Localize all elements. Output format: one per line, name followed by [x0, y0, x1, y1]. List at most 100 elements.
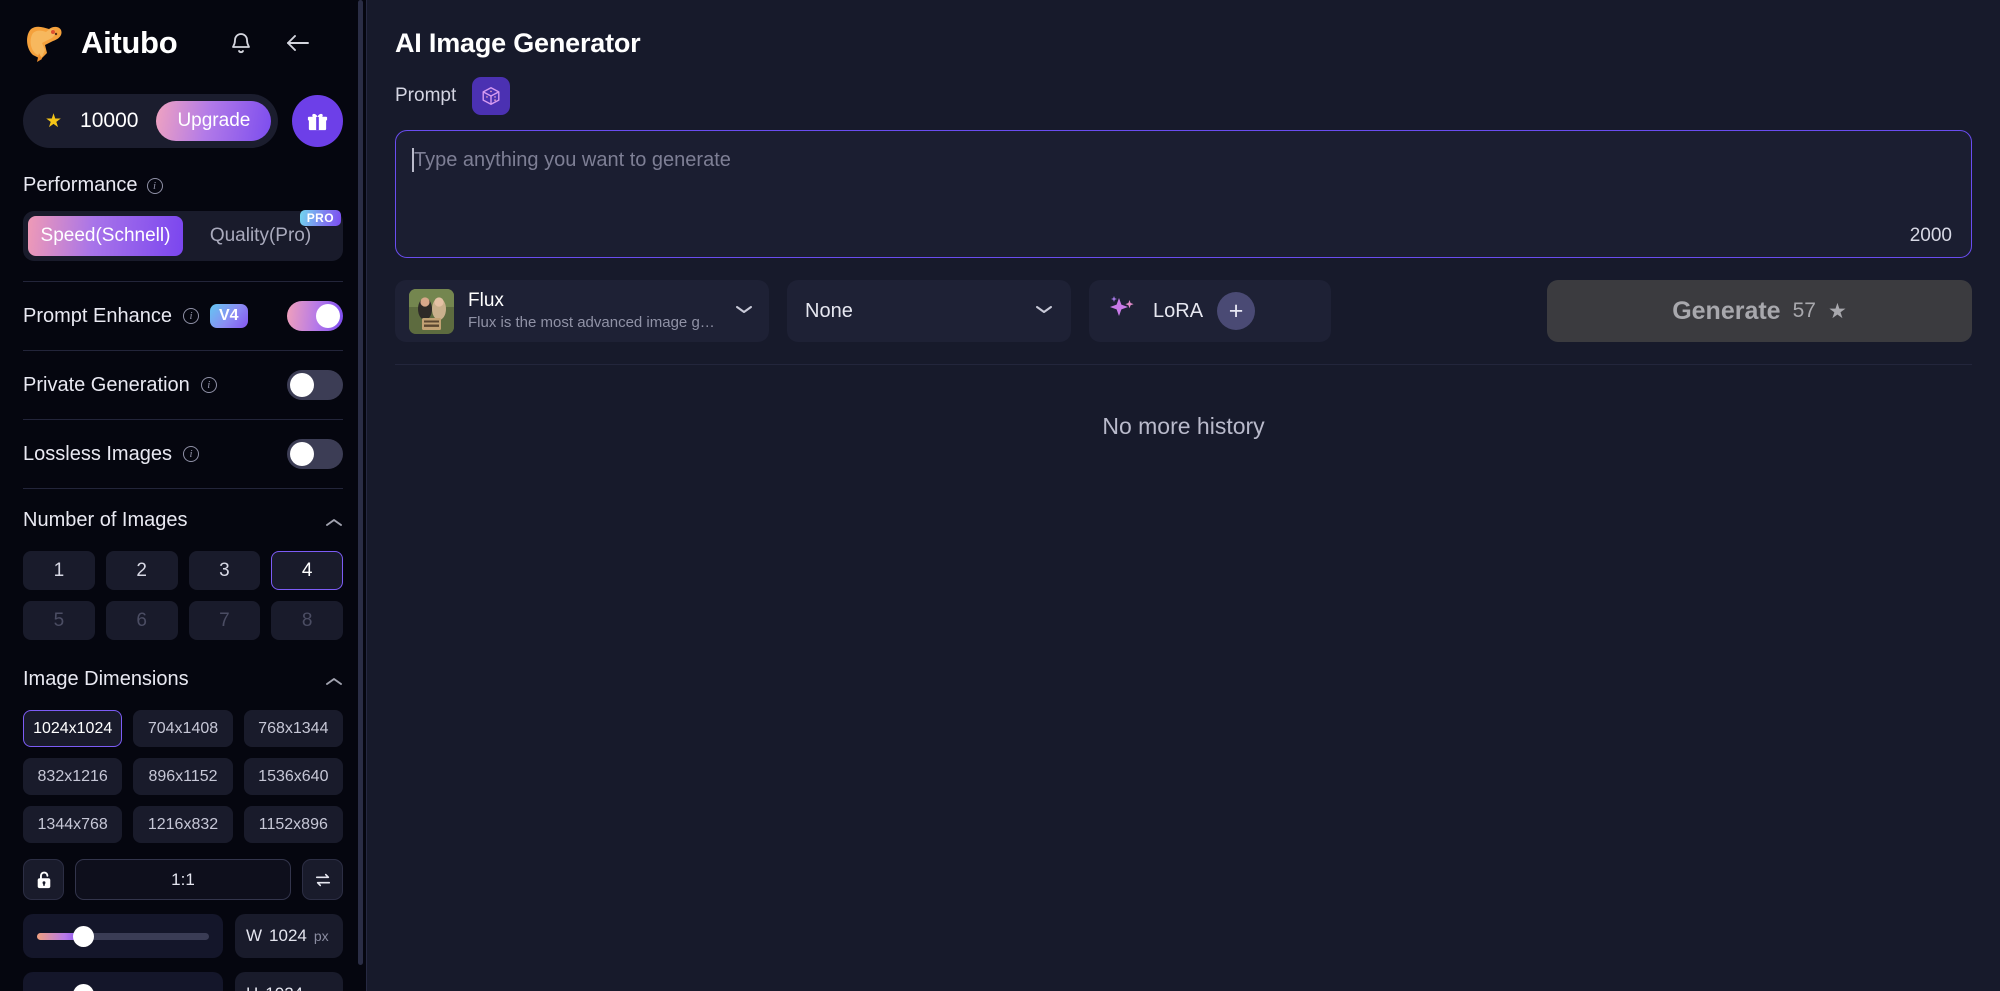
sparkles-icon — [1105, 292, 1139, 331]
num-images-2[interactable]: 2 — [105, 551, 178, 590]
slider-thumb[interactable] — [73, 925, 95, 947]
performance-label-text: Performance — [23, 174, 138, 196]
divider — [395, 364, 1972, 365]
info-icon[interactable]: i — [182, 446, 199, 462]
text-caret — [412, 148, 414, 172]
width-field[interactable]: W 1024 px — [235, 914, 343, 958]
aspect-ratio-value[interactable]: 1:1 — [75, 859, 291, 900]
model-selector[interactable]: Flux Flux is the most advanced image gen… — [395, 280, 769, 342]
info-icon[interactable]: i — [182, 308, 199, 324]
dimension-896x1152[interactable]: 896x1152 — [133, 758, 233, 795]
toggle-knob — [316, 304, 340, 328]
num-images-3[interactable]: 3 — [188, 551, 261, 590]
chevron-up-icon — [325, 515, 343, 526]
history-empty-message: No more history — [1102, 413, 1265, 439]
image-dimensions-label: Image Dimensions — [23, 667, 189, 690]
width-slider[interactable] — [23, 914, 223, 958]
page-title: AI Image Generator — [395, 28, 641, 58]
dimension-1216x832[interactable]: 1216x832 — [133, 806, 233, 843]
height-field[interactable]: H 1024 px — [235, 972, 343, 991]
slider-track — [37, 925, 209, 947]
pro-badge: PRO — [299, 210, 341, 226]
width-unit: px — [313, 928, 329, 944]
height-label: H — [246, 984, 258, 991]
gift-button[interactable] — [292, 95, 343, 147]
number-of-images-header[interactable]: Number of Images — [23, 489, 343, 551]
star-icon: ★ — [1827, 299, 1847, 323]
app-root: Aitubo ★ 10000 Upgrade Performance i Spe… — [0, 0, 2000, 991]
credits-value: 10000 — [80, 109, 139, 132]
brand-row: Aitubo — [23, 0, 343, 86]
dimension-1344x768[interactable]: 1344x768 — [23, 806, 123, 843]
image-dimensions-grid: 1024x1024 704x1408 768x1344 832x1216 896… — [23, 710, 343, 843]
chevron-down-icon — [735, 302, 753, 320]
generate-button[interactable]: Generate 57 ★ — [1547, 280, 1972, 342]
toggle-label-group: Lossless Images i — [23, 443, 199, 466]
info-icon[interactable]: i — [146, 177, 163, 194]
num-images-1[interactable]: 1 — [23, 551, 95, 590]
num-images-4[interactable]: 4 — [271, 551, 343, 590]
style-selector[interactable]: None — [787, 280, 1071, 342]
controls-row: Flux Flux is the most advanced image gen… — [395, 280, 1972, 342]
toggle-row-private-generation: Private Generation i — [23, 351, 343, 419]
slider-thumb[interactable] — [73, 983, 95, 991]
prompt-input-container[interactable]: Type anything you want to generate 2000 — [395, 130, 1972, 258]
num-images-8: 8 — [271, 601, 343, 640]
dice-cube-icon[interactable] — [472, 77, 511, 115]
performance-section: Performance i Speed(Schnell) PRO Quality… — [23, 174, 343, 261]
aspect-ratio-row: 1:1 — [23, 859, 343, 900]
character-limit: 2000 — [1909, 225, 1952, 246]
height-slider[interactable] — [23, 972, 223, 991]
private-generation-label: Private Generation — [23, 373, 190, 396]
model-description: Flux is the most advanced image generati… — [468, 314, 721, 332]
sidebar-scrollbar[interactable] — [358, 0, 363, 965]
lossless-images-label: Lossless Images — [23, 442, 172, 465]
chevron-down-icon — [1035, 302, 1053, 320]
performance-option-speed[interactable]: Speed(Schnell) — [28, 216, 183, 256]
performance-option-quality[interactable]: PRO Quality(Pro) — [183, 210, 341, 256]
num-images-7: 7 — [188, 601, 261, 640]
model-thumbnail — [409, 288, 454, 334]
dimension-832x1216[interactable]: 832x1216 — [23, 758, 123, 795]
performance-label: Performance i — [23, 174, 343, 197]
generate-cost: 57 — [1792, 299, 1816, 322]
lossless-images-toggle[interactable] — [287, 439, 343, 469]
width-label: W — [246, 926, 263, 945]
credits-pill: ★ 10000 Upgrade — [23, 94, 279, 148]
star-icon: ★ — [45, 110, 63, 132]
dimension-1024x1024[interactable]: 1024x1024 — [23, 710, 123, 747]
prompt-enhance-toggle[interactable] — [287, 301, 343, 331]
bell-icon[interactable] — [229, 30, 253, 56]
lora-control[interactable]: LoRA + — [1089, 280, 1331, 342]
info-icon[interactable]: i — [200, 377, 217, 393]
performance-option-quality-label: Quality(Pro) — [209, 225, 312, 246]
generate-label: Generate — [1672, 296, 1781, 325]
toggle-label-group: Private Generation i — [23, 374, 217, 397]
private-generation-toggle[interactable] — [287, 370, 343, 400]
prompt-enhance-label: Prompt Enhance — [23, 304, 172, 327]
main-panel: AI Image Generator Prompt Type anything … — [366, 0, 2000, 991]
model-name: Flux — [468, 290, 504, 312]
arrow-left-icon[interactable] — [283, 30, 313, 56]
toggle-label-group: Prompt Enhance i V4 — [23, 304, 248, 328]
style-value: None — [805, 299, 853, 322]
lora-label: LoRA — [1153, 299, 1204, 322]
dimension-704x1408[interactable]: 704x1408 — [133, 710, 233, 747]
brand-name: Aitubo — [81, 25, 178, 60]
toggle-row-prompt-enhance: Prompt Enhance i V4 — [23, 282, 343, 350]
dimension-768x1344[interactable]: 768x1344 — [243, 710, 343, 747]
image-dimensions-header[interactable]: Image Dimensions — [23, 648, 343, 710]
upgrade-button[interactable]: Upgrade — [156, 101, 272, 141]
unlock-icon[interactable] — [23, 859, 64, 900]
width-value: 1024 — [269, 926, 307, 945]
dimension-1152x896[interactable]: 1152x896 — [243, 806, 343, 843]
performance-segmented-control: Speed(Schnell) PRO Quality(Pro) — [23, 210, 343, 261]
height-value: 1024 — [265, 984, 303, 991]
prompt-header: Prompt — [367, 59, 2000, 115]
toggle-row-lossless-images: Lossless Images i — [23, 420, 343, 488]
plus-icon[interactable]: + — [1217, 292, 1256, 330]
height-unit: px — [310, 986, 325, 991]
dimension-1536x640[interactable]: 1536x640 — [243, 758, 343, 795]
swap-arrows-icon[interactable] — [302, 859, 343, 900]
chevron-up-icon — [325, 674, 343, 685]
